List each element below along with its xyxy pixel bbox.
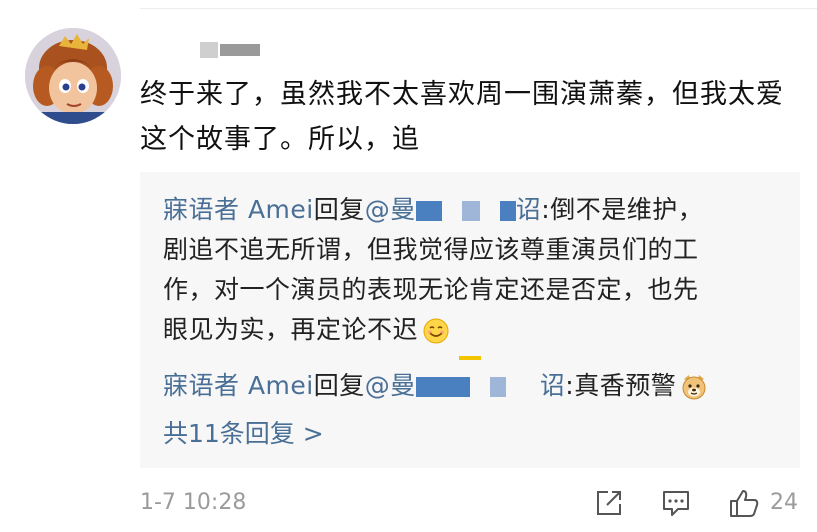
like-button[interactable]: 24 <box>728 488 798 518</box>
reply-word: 回复 <box>313 371 365 400</box>
dog-face-icon <box>682 375 706 400</box>
more-replies-link[interactable]: 共11条回复 > <box>163 416 324 452</box>
username-redacted[interactable] <box>200 42 260 58</box>
reply-word: 回复 <box>313 195 365 224</box>
mention-end: 诏 <box>539 371 566 400</box>
smiling-face-icon <box>423 318 449 344</box>
redaction-block <box>200 42 218 58</box>
comment-text: 终于来了，虽然我不太喜欢周一围演萧蓁，但我太爱这个故事了。所以，追 <box>140 79 784 155</box>
redaction-mask <box>489 377 506 397</box>
avatar-illustration <box>25 28 121 124</box>
avatar[interactable] <box>25 28 121 124</box>
redaction-mask <box>461 201 480 221</box>
like-count: 24 <box>770 490 798 515</box>
comment-icon <box>663 491 689 516</box>
reply-1-line-1: 寐语者 Amei回复@曼 诏:倒不是维护， <box>163 190 703 230</box>
reply-1-line-4: 眼见为实，再定论不迟 <box>163 310 450 350</box>
reply-button[interactable] <box>661 488 691 518</box>
reply-2-line-1: 寐语者 Amei回复@曼 诏:真香预警 <box>163 366 708 406</box>
mention-start: @曼 <box>364 195 416 224</box>
share-icon <box>597 491 621 515</box>
mention-start: @曼 <box>364 371 416 400</box>
reply-text: :倒不是维护， <box>541 195 704 224</box>
top-divider <box>140 8 817 9</box>
reply-text: :真香预警 <box>565 371 677 400</box>
reply-text: 眼见为实，再定论不迟 <box>163 315 419 344</box>
redaction-mask <box>415 201 442 221</box>
reply-author-link[interactable]: 寐语者 Amei <box>163 371 314 400</box>
reply-1-line-3: 作，对一个演员的表现无论肯定还是否定，也先 <box>163 275 699 304</box>
reply-1-line-2: 剧追不追无所谓，但我觉得应该尊重演员们的工 <box>163 235 699 264</box>
redaction-block <box>220 44 260 56</box>
mention-end: 诏 <box>515 195 542 224</box>
comment-timestamp: 1-7 10:28 <box>140 490 247 515</box>
emoji-underline <box>459 356 481 360</box>
share-button[interactable] <box>594 488 624 518</box>
reply-author-link[interactable]: 寐语者 Amei <box>163 195 314 224</box>
thumbs-up-icon <box>730 490 759 517</box>
mention-link[interactable]: @曼 诏 <box>365 195 542 224</box>
redaction-mask <box>499 201 516 221</box>
redaction-mask <box>415 377 470 397</box>
mention-link[interactable]: @曼 诏 <box>365 371 566 400</box>
